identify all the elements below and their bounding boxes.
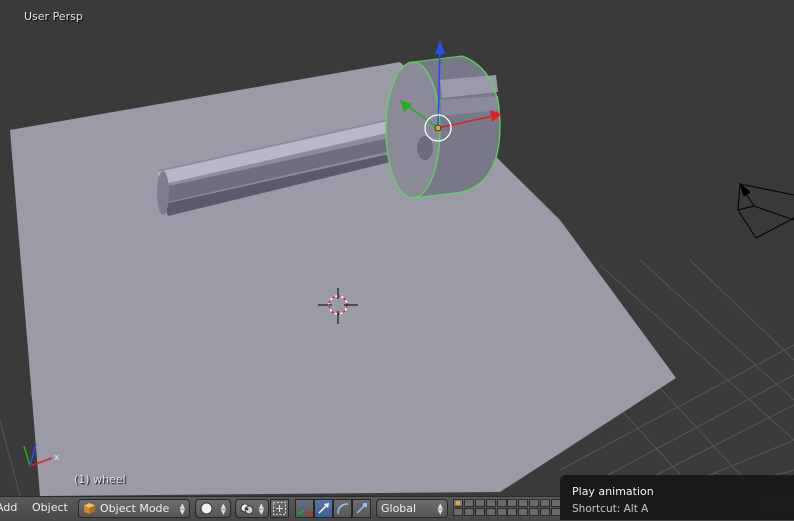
ground-plane	[10, 62, 676, 496]
layer-button[interactable]	[475, 508, 485, 516]
3d-viewport[interactable]: x User Persp (1) wheel	[0, 0, 794, 496]
layer-button[interactable]	[507, 499, 517, 507]
layer-button[interactable]	[497, 499, 507, 507]
scene-layers-group-1[interactable]	[453, 499, 507, 518]
active-object-label: (1) wheel	[74, 473, 126, 486]
orientation-label: Global	[381, 502, 417, 515]
pivot-point-icon	[240, 503, 254, 515]
axes-icon	[297, 502, 312, 515]
rotate-button[interactable]	[333, 499, 352, 518]
layer-button[interactable]	[486, 499, 496, 507]
select-arrows-icon: ▲ ▼	[258, 501, 264, 516]
manipulator-toggle-group	[270, 499, 289, 518]
layer-button[interactable]	[518, 508, 528, 516]
layer-button[interactable]	[529, 508, 539, 516]
layer-button[interactable]	[453, 508, 463, 516]
select-arrows-icon: ▲ ▼	[179, 501, 185, 516]
layer-button[interactable]	[529, 499, 539, 507]
pivot-point-select[interactable]: ▲ ▼	[235, 499, 269, 518]
mode-label: Object Mode	[100, 502, 170, 515]
scale-button[interactable]	[352, 499, 371, 518]
scene-layers-group-2[interactable]	[507, 499, 561, 518]
layer-button[interactable]	[464, 508, 474, 516]
svg-text:x: x	[54, 453, 60, 463]
manipulator-toggle-button[interactable]	[270, 499, 289, 518]
layer-button[interactable]	[497, 508, 507, 516]
layer-button[interactable]	[540, 499, 550, 507]
layer-button[interactable]	[507, 508, 517, 516]
view-name-label: User Persp	[24, 10, 83, 23]
select-arrows-icon: ▲ ▼	[220, 501, 226, 516]
camera-object	[737, 182, 794, 239]
translate-arrow-icon	[318, 503, 329, 514]
rotate-arc-icon	[337, 503, 349, 515]
viewport-scene: x	[0, 40, 794, 496]
viewport-shading-select[interactable]: ▲ ▼	[195, 499, 231, 518]
solid-shading-icon	[200, 502, 213, 515]
layer-button[interactable]	[486, 508, 496, 516]
translate-button[interactable]	[314, 499, 333, 518]
cube-icon	[84, 503, 95, 514]
interaction-mode-select[interactable]: Object Mode ▲ ▼	[78, 499, 190, 518]
layer-button[interactable]	[475, 499, 485, 507]
layer-button[interactable]	[453, 499, 463, 507]
transform-orientation-select[interactable]: Global ▲ ▼	[376, 499, 448, 518]
object-menu[interactable]: Object	[32, 501, 68, 520]
manipulator-toggle-icon	[273, 502, 286, 515]
layer-button[interactable]	[540, 508, 550, 516]
select-arrows-icon: ▲ ▼	[437, 501, 443, 516]
add-menu[interactable]: Add	[0, 501, 17, 520]
layer-button[interactable]	[464, 499, 474, 507]
tooltip-shortcut: Shortcut: Alt A	[572, 503, 649, 515]
tooltip-title: Play animation	[572, 485, 654, 498]
layer-button[interactable]	[518, 499, 528, 507]
tooltip-play-animation: Play animation Shortcut: Alt A	[560, 475, 794, 520]
manipulator-type-group	[295, 499, 371, 518]
manipulator-axes-button[interactable]	[295, 499, 314, 518]
scale-icon	[356, 503, 367, 514]
